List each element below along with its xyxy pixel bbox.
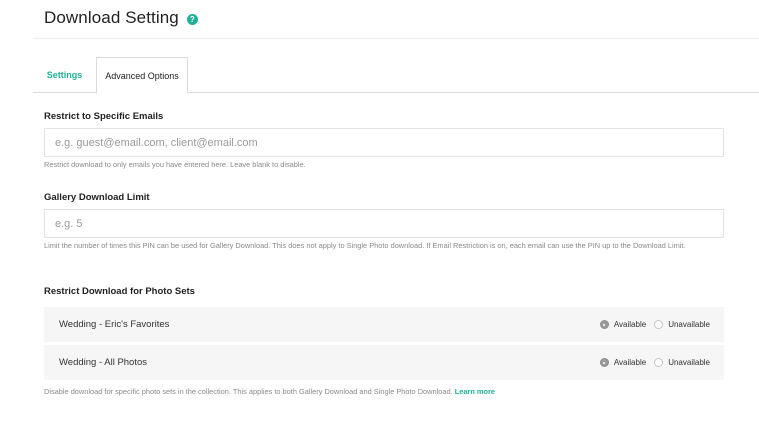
restrict-emails-input[interactable] bbox=[44, 128, 724, 157]
photoset-row: Wedding - Eric's Favorites Available Una… bbox=[44, 307, 724, 342]
download-limit-label: Gallery Download Limit bbox=[44, 192, 150, 203]
tab-bar: Settings Advanced Options bbox=[33, 57, 759, 94]
available-option[interactable]: Available bbox=[599, 358, 647, 367]
photo-sets-label: Restrict Download for Photo Sets bbox=[44, 286, 195, 297]
available-label: Available bbox=[613, 320, 647, 329]
unavailable-label: Unavailable bbox=[668, 320, 710, 329]
restrict-emails-help: Restrict download to only emails you hav… bbox=[44, 160, 306, 169]
unavailable-radio[interactable] bbox=[654, 358, 664, 367]
tab-advanced-options[interactable]: Advanced Options bbox=[96, 57, 188, 94]
download-limit-help: Limit the number of times this PIN can b… bbox=[44, 241, 686, 250]
help-icon[interactable]: ? bbox=[186, 13, 198, 25]
available-radio[interactable] bbox=[599, 320, 609, 329]
photoset-row: Wedding - All Photos Available Unavailab… bbox=[44, 345, 724, 380]
available-option[interactable]: Available bbox=[599, 320, 647, 329]
page-header: Download Setting ? bbox=[44, 8, 198, 28]
unavailable-option[interactable]: Unavailable bbox=[654, 320, 710, 329]
photo-sets-help: Disable download for specific photo sets… bbox=[44, 386, 724, 398]
availability-radio-group: Available Unavailable bbox=[592, 345, 710, 380]
page-title: Download Setting bbox=[44, 8, 179, 27]
availability-radio-group: Available Unavailable bbox=[592, 307, 710, 342]
download-limit-input[interactable] bbox=[44, 209, 724, 238]
unavailable-label: Unavailable bbox=[668, 358, 710, 367]
learn-more-link[interactable]: Learn more bbox=[455, 387, 495, 396]
restrict-emails-label: Restrict to Specific Emails bbox=[44, 111, 164, 122]
tab-settings[interactable]: Settings bbox=[33, 57, 96, 93]
header-divider bbox=[33, 38, 759, 39]
photo-sets-help-text: Disable download for specific photo sets… bbox=[44, 387, 453, 396]
unavailable-radio[interactable] bbox=[654, 320, 664, 329]
available-radio[interactable] bbox=[599, 358, 609, 367]
available-label: Available bbox=[613, 358, 647, 367]
photoset-name: Wedding - Eric's Favorites bbox=[59, 319, 170, 330]
unavailable-option[interactable]: Unavailable bbox=[654, 358, 710, 367]
photoset-name: Wedding - All Photos bbox=[59, 357, 148, 368]
